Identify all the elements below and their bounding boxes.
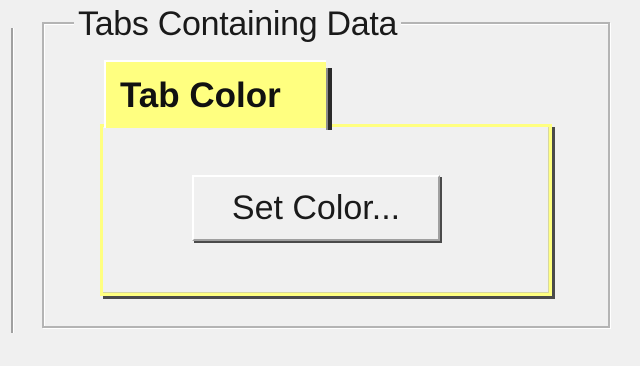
vertical-divider	[11, 28, 14, 333]
dialog-section: Tabs Containing Data Tab Color Set Color…	[0, 0, 640, 366]
tab-tab-color[interactable]: Tab Color	[104, 60, 332, 130]
tab-label: Tab Color	[120, 76, 281, 115]
set-color-button[interactable]: Set Color...	[192, 175, 440, 241]
groupbox-title: Tabs Containing Data	[74, 4, 402, 44]
set-color-button-label: Set Color...	[231, 189, 401, 227]
